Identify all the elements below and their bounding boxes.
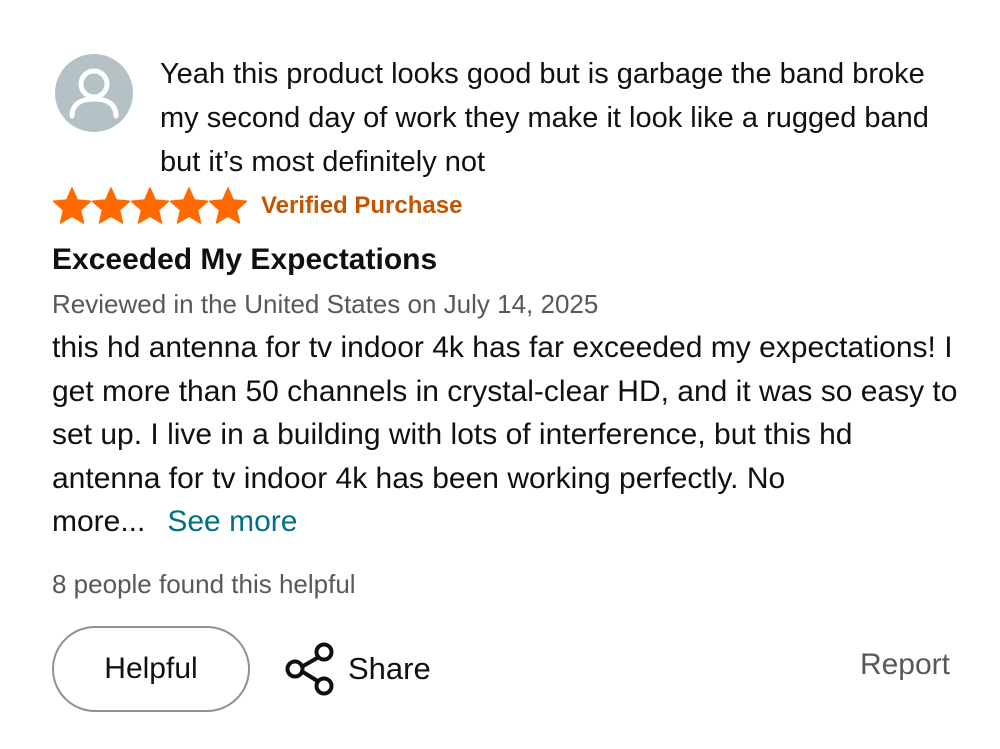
share-icon: [285, 642, 334, 696]
helpful-count: 8 people found this helpful: [52, 569, 356, 599]
star-icon: [208, 186, 248, 226]
verified-purchase-badge[interactable]: Verified Purchase: [261, 192, 462, 220]
star-icon: [91, 186, 131, 226]
see-more-link[interactable]: See more: [167, 505, 297, 538]
star-icon: [130, 186, 170, 226]
review-title: Exceeded My Expectations: [52, 243, 438, 276]
star-icon: [169, 186, 209, 226]
share-label: Share: [348, 651, 431, 686]
user-icon: [69, 68, 119, 119]
comment-text: Yeah this product looks good but is garb…: [160, 58, 929, 178]
avatar: [55, 54, 133, 132]
share-button[interactable]: Share: [284, 638, 431, 700]
star-rating: [52, 186, 248, 226]
review-actions: Helpful Share Report: [52, 626, 950, 716]
previous-comment: Yeah this product looks good but is garb…: [52, 52, 962, 178]
star-icon: [52, 186, 92, 226]
rating-row: Verified Purchase: [52, 184, 462, 228]
review-body: this hd antenna for tv indoor 4k has far…: [52, 326, 962, 544]
review-meta: Reviewed in the United States on July 14…: [52, 289, 599, 319]
helpful-button[interactable]: Helpful: [52, 626, 250, 712]
report-link[interactable]: Report: [860, 648, 950, 682]
